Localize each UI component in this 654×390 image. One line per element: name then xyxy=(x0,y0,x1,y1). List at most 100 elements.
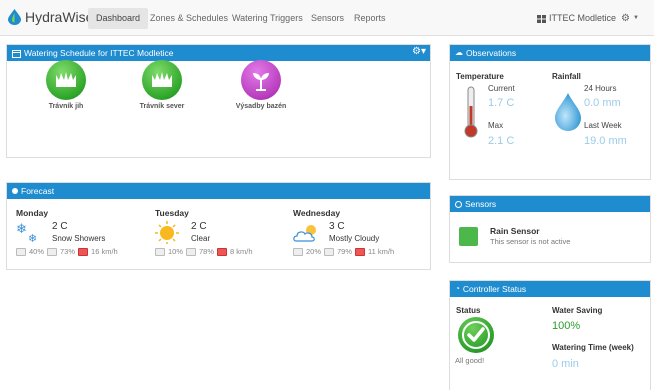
humidity-value: 73% xyxy=(60,247,76,256)
caret-down-icon: ▼ xyxy=(632,15,639,21)
zone-item[interactable]: Trávník jih xyxy=(26,60,106,110)
sensor-name[interactable]: Rain Sensor xyxy=(490,226,540,236)
precip-value: 20% xyxy=(306,247,322,256)
watering-time-label: Watering Time (week) xyxy=(552,343,634,352)
water-saving-label: Water Saving xyxy=(552,306,603,315)
forecast-title: Forecast xyxy=(21,186,55,196)
day-temp: 2 C xyxy=(52,221,68,232)
observations-title: Observations xyxy=(466,48,517,58)
precip-value: 40% xyxy=(29,247,45,256)
wind-value: 8 km/h xyxy=(230,247,253,256)
wind-value: 11 km/h xyxy=(368,247,395,256)
wind-icon xyxy=(78,247,89,256)
water-drop-logo-icon xyxy=(8,9,21,25)
current-label: Current xyxy=(488,84,515,93)
day-condition: Clear xyxy=(191,234,211,243)
brand-name: HydraWise xyxy=(25,9,94,25)
account-menu[interactable]: ITTEC Modletice xyxy=(537,8,616,29)
day-name: Tuesday xyxy=(155,208,189,218)
rain-24h-label: 24 Hours xyxy=(584,84,617,93)
controller-status-title: Controller Status xyxy=(462,284,527,294)
sensors-panel: Sensors xyxy=(449,195,651,263)
snow-icon: ❄❄ xyxy=(16,221,37,244)
humidity-value: 78% xyxy=(199,247,215,256)
max-label: Max xyxy=(488,121,504,130)
status-label: Status xyxy=(456,306,481,315)
navbar: HydraWise Dashboard Zones & Schedules Wa… xyxy=(0,0,654,36)
zone-name: Trávník sever xyxy=(139,103,185,110)
zone-item[interactable]: Výsadby bazén xyxy=(221,60,301,110)
wind-value: 16 km/h xyxy=(91,247,118,256)
zone-name: Výsadby bazén xyxy=(235,103,287,110)
max-temperature-value: 2.1 C xyxy=(488,135,515,147)
temperature-label: Temperature xyxy=(456,72,504,81)
day-temp: 3 C xyxy=(329,221,345,232)
cloud-icon xyxy=(293,225,316,242)
zone-item[interactable]: Trávník sever xyxy=(122,60,202,110)
gear-icon: ⚙ xyxy=(621,13,630,24)
sensor-status-indicator xyxy=(459,227,478,246)
day-condition: Mostly Cloudy xyxy=(329,234,380,243)
wind-icon xyxy=(355,247,366,256)
forecast-day: Wednesday 3 C Mostly Cloudy 20% 79% 11 k… xyxy=(293,208,423,256)
raindrop-icon xyxy=(555,93,581,131)
grass-zone-icon xyxy=(46,60,86,100)
day-name: Wednesday xyxy=(293,208,341,218)
brand[interactable]: HydraWise xyxy=(8,9,93,25)
precip-value: 10% xyxy=(168,247,184,256)
humidity-value: 79% xyxy=(337,247,353,256)
water-saving-value: 100% xyxy=(552,320,581,332)
day-stats: 40% 73% 16 km/h xyxy=(16,247,118,256)
sensors-title: Sensors xyxy=(465,199,497,209)
zone-name: Trávník jih xyxy=(48,103,84,110)
precipitation-icon xyxy=(293,247,303,256)
calendar-icon xyxy=(12,49,21,58)
grass-zone-icon xyxy=(142,60,182,100)
sensors-header: Sensors xyxy=(450,196,650,212)
humidity-icon xyxy=(186,247,197,256)
watering-time-value: 0 min xyxy=(552,358,579,370)
status-check-icon xyxy=(458,317,494,353)
grid-icon xyxy=(537,14,546,23)
day-condition: Snow Showers xyxy=(52,234,106,243)
rainfall-label: Rainfall xyxy=(552,72,581,81)
current-temperature-value: 1.7 C xyxy=(488,97,515,109)
observations-header: ☁ Observations xyxy=(450,45,650,61)
day-name: Monday xyxy=(16,208,49,218)
cloud-header-icon: ☁ xyxy=(455,48,463,57)
dashboard-icon: ◔ xyxy=(455,284,460,293)
account-name: ITTEC Modletice xyxy=(549,13,617,23)
watering-schedule-title: Watering Schedule for ITTEC Modletice xyxy=(24,48,174,58)
tab-sensors[interactable]: Sensors xyxy=(303,8,352,29)
settings-menu[interactable]: ⚙ ▼ xyxy=(621,8,639,29)
sensor-header-icon xyxy=(455,200,462,208)
plant-zone-icon xyxy=(241,60,281,100)
day-stats: 20% 79% 11 km/h xyxy=(293,247,394,256)
status-text: All good! xyxy=(455,356,485,365)
tab-reports[interactable]: Reports xyxy=(346,8,394,29)
humidity-icon xyxy=(324,247,335,256)
thermometer-icon xyxy=(464,86,478,138)
tab-watering-triggers[interactable]: Watering Triggers xyxy=(224,8,311,29)
svg-text:❄: ❄ xyxy=(16,221,27,236)
sensor-status-text: This sensor is not active xyxy=(490,237,571,246)
rain-week-label: Last Week xyxy=(584,121,622,130)
forecast-day: Monday ❄ ❄ 2 C Snow Showers 40% 73% 16 km… xyxy=(16,208,146,256)
day-stats: 10% 78% 8 km/h xyxy=(155,247,253,256)
tab-zones-schedules[interactable]: Zones & Schedules xyxy=(142,8,236,29)
precipitation-icon xyxy=(16,247,26,256)
sun-icon xyxy=(155,221,179,244)
forecast-panel: Forecast xyxy=(6,182,431,270)
rain-24h-value: 0.0 mm xyxy=(584,97,621,109)
controller-status-header: ◔ Controller Status xyxy=(450,281,650,297)
day-temp: 2 C xyxy=(191,221,207,232)
observations-panel: ☁ Observations xyxy=(449,44,651,180)
watering-schedule-header: Watering Schedule for ITTEC Modletice xyxy=(7,45,430,61)
precipitation-icon xyxy=(155,247,165,256)
forecast-day: Tuesday 2 C Clear 10% 78% 8 km/h xyxy=(155,208,285,256)
tab-dashboard[interactable]: Dashboard xyxy=(88,8,149,29)
rain-week-value: 19.0 mm xyxy=(584,135,627,147)
schedule-settings-gear-icon[interactable]: ⚙▾ xyxy=(412,46,426,57)
humidity-icon xyxy=(47,247,58,256)
forecast-header: Forecast xyxy=(7,183,430,199)
